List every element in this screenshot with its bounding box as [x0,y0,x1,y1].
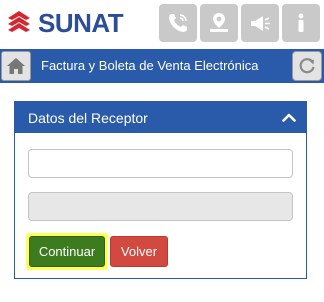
top-header: SUNAT [0,0,324,48]
brand-name: SUNAT [38,7,124,38]
top-icon-group [156,4,320,42]
phone-icon [169,14,187,32]
phone-button[interactable] [159,4,197,42]
sunat-logo-mark-icon [8,11,30,32]
sunat-logo: SUNAT [4,6,124,40]
receptor-field-1[interactable] [28,149,293,178]
location-button[interactable] [200,4,238,42]
home-icon [7,58,25,74]
refresh-button[interactable] [292,51,322,81]
chevron-up-icon[interactable] [282,112,296,122]
megaphone-icon [251,16,270,31]
continue-button-highlight: Continuar [26,233,108,270]
receptor-panel: Datos del Receptor Continuar Volver [14,101,307,279]
panel-title: Datos del Receptor [28,110,148,126]
home-button[interactable] [1,51,31,81]
continue-button[interactable]: Continuar [29,236,105,267]
info-button[interactable] [282,4,320,42]
back-button[interactable]: Volver [110,236,168,267]
app-root: SUNAT Factura y Boleta de Venta Electrón… [0,0,324,302]
page-title: Factura y Boleta de Venta Electrónica [41,58,259,73]
panel-header[interactable]: Datos del Receptor [15,102,306,133]
announcements-button[interactable] [241,4,279,42]
title-bar: Factura y Boleta de Venta Electrónica [0,49,324,83]
map-pin-icon [210,13,228,32]
refresh-icon [299,58,315,74]
info-icon [298,13,304,32]
receptor-field-2[interactable] [28,192,293,221]
